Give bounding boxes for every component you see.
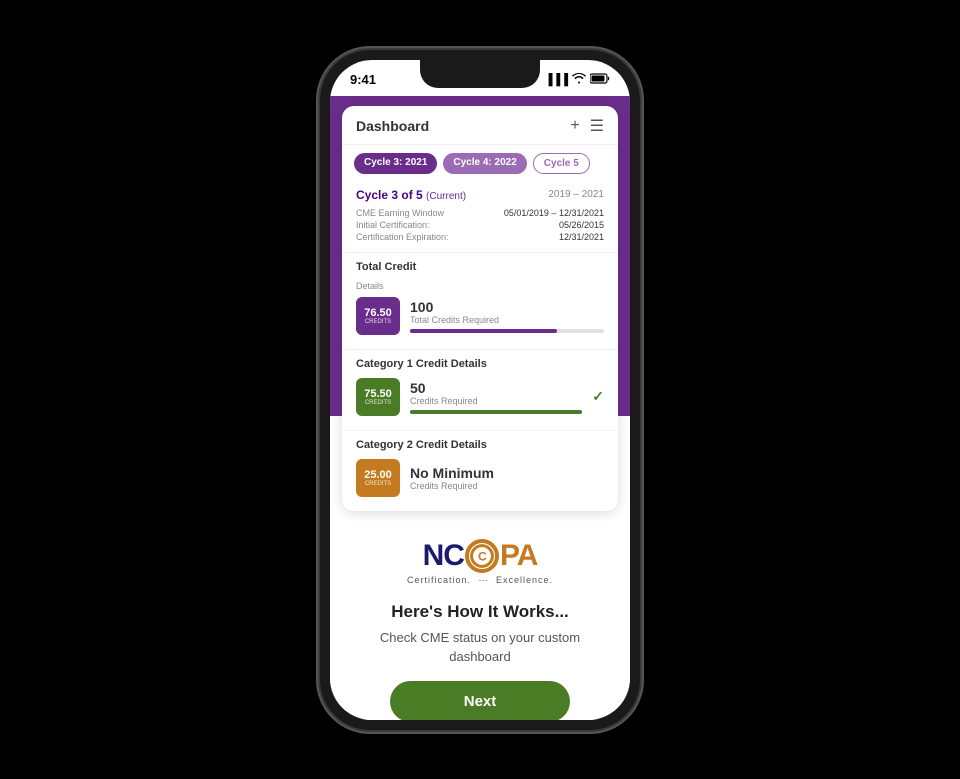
phone-screen: 9:41 ▐▐▐ bbox=[330, 60, 630, 720]
phone-frame: 9:41 ▐▐▐ bbox=[320, 50, 640, 730]
total-credit-subtitle: Details bbox=[356, 281, 604, 291]
nccpa-logo: NC C PA bbox=[407, 539, 553, 573]
logo-n: NC bbox=[423, 539, 464, 573]
cat2-credit-section: Category 2 Credit Details 25.00 CREDITS … bbox=[342, 431, 618, 511]
cycle-heading: Cycle 3 of 5 (Current) 2019 – 2021 bbox=[356, 188, 604, 202]
add-icon[interactable]: + bbox=[570, 117, 579, 135]
phone-notch bbox=[420, 60, 540, 88]
white-section: NC C PA Certification. ⋯ bbox=[330, 521, 630, 720]
total-credit-fill bbox=[410, 329, 557, 333]
info-row-expiration: Certification Expiration: 12/31/2021 bbox=[356, 232, 604, 242]
logo-o-ring: C bbox=[465, 539, 499, 573]
content-scroll[interactable]: Dashboard + ☰ Cycle 3: 2021 Cycle 4: 202… bbox=[330, 96, 630, 720]
logo-tagline: Certification. ⋯ Excellence. bbox=[407, 575, 553, 586]
cat2-credit-badge: 25.00 CREDITS bbox=[356, 459, 400, 497]
cat2-credit-info: No Minimum Credits Required bbox=[410, 465, 604, 491]
card-title: Dashboard bbox=[356, 118, 429, 134]
cat1-credit-row: 75.50 CREDITS 50 Credits Required ✓ bbox=[356, 378, 604, 416]
wifi-icon bbox=[572, 73, 586, 87]
total-credit-badge: 76.50 CREDITS bbox=[356, 297, 400, 335]
total-credit-info: 100 Total Credits Required bbox=[410, 299, 604, 333]
status-time: 9:41 bbox=[350, 72, 376, 87]
cat1-credit-badge: 75.50 CREDITS bbox=[356, 378, 400, 416]
logo-pa: PA bbox=[500, 539, 537, 573]
cat1-check-icon: ✓ bbox=[592, 388, 604, 405]
cycle-tabs: Cycle 3: 2021 Cycle 4: 2022 Cycle 5 bbox=[342, 145, 618, 182]
cat1-credit-info: 50 Credits Required bbox=[410, 380, 582, 414]
cat1-credit-fill bbox=[410, 410, 582, 414]
card-header: Dashboard + ☰ bbox=[342, 106, 618, 145]
cat1-credit-section: Category 1 Credit Details 75.50 CREDITS … bbox=[342, 350, 618, 431]
how-it-works-description: Check CME status on your custom dashboar… bbox=[350, 628, 610, 667]
cycle-years: 2019 – 2021 bbox=[548, 189, 604, 200]
info-row-initial: Initial Certification: 05/26/2015 bbox=[356, 220, 604, 230]
signal-icon: ▐▐▐ bbox=[545, 74, 568, 86]
cat2-credit-row: 25.00 CREDITS No Minimum Credits Require… bbox=[356, 459, 604, 497]
cycle-tab-2[interactable]: Cycle 4: 2022 bbox=[443, 153, 526, 174]
cycle-current: (Current) bbox=[426, 191, 466, 202]
battery-icon bbox=[590, 73, 610, 87]
total-credit-progress bbox=[410, 329, 604, 333]
status-icons: ▐▐▐ bbox=[545, 73, 610, 87]
cycle-title: Cycle 3 of 5 (Current) bbox=[356, 188, 466, 202]
how-it-works-title: Here's How It Works... bbox=[391, 602, 569, 622]
cycle-tab-3[interactable]: Cycle 5 bbox=[533, 153, 590, 174]
cat1-credit-progress bbox=[410, 410, 582, 414]
svg-text:C: C bbox=[478, 549, 487, 563]
total-credit-section: Total Credit Details 76.50 CREDITS 100 T… bbox=[342, 253, 618, 350]
info-row-cme: CME Earning Window 05/01/2019 – 12/31/20… bbox=[356, 208, 604, 218]
screen-content: Dashboard + ☰ Cycle 3: 2021 Cycle 4: 202… bbox=[330, 96, 630, 720]
nccpa-logo-container: NC C PA Certification. ⋯ bbox=[407, 539, 553, 586]
cycle-info: Cycle 3 of 5 (Current) 2019 – 2021 CME E… bbox=[342, 182, 618, 253]
dashboard-card: Dashboard + ☰ Cycle 3: 2021 Cycle 4: 202… bbox=[342, 106, 618, 511]
cycle-tab-1[interactable]: Cycle 3: 2021 bbox=[354, 153, 437, 174]
total-credit-row: 76.50 CREDITS 100 Total Credits Required bbox=[356, 297, 604, 335]
menu-icon[interactable]: ☰ bbox=[590, 116, 604, 136]
next-button[interactable]: Next bbox=[390, 681, 570, 720]
card-header-actions: + ☰ bbox=[570, 116, 604, 136]
